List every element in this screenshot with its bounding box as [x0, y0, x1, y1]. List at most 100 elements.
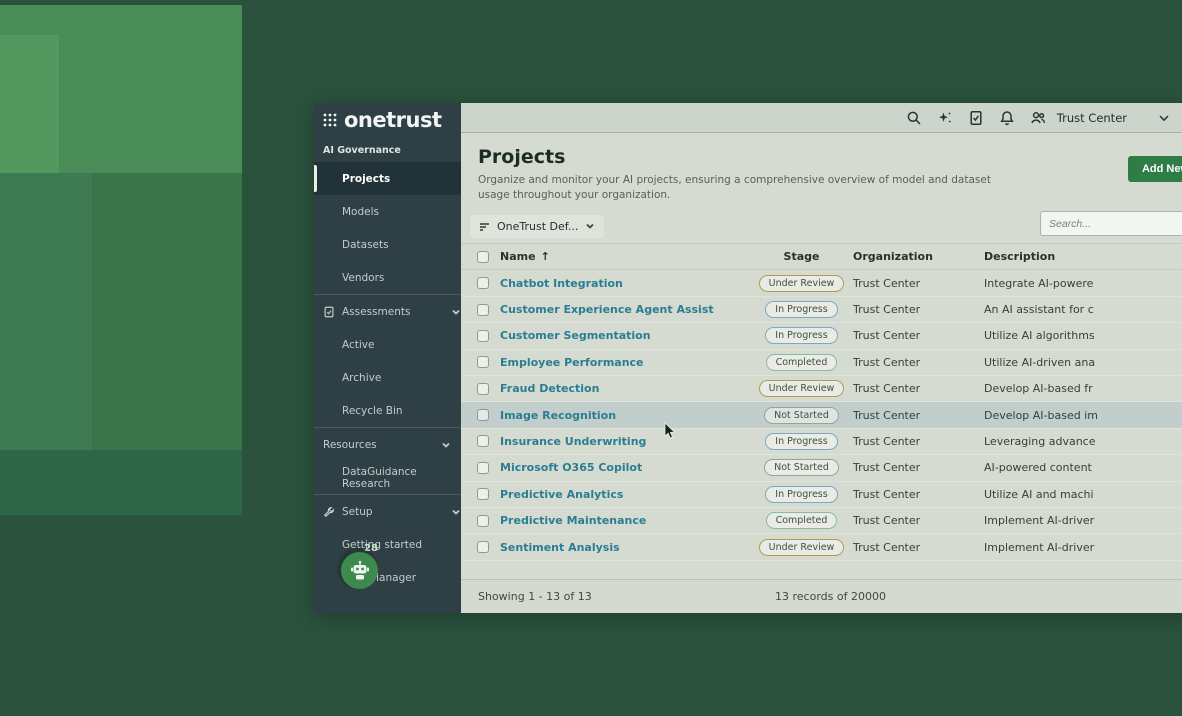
table-row[interactable]: Employee Performance Completed Trust Cen…	[461, 350, 1182, 376]
chevron-down-icon[interactable]	[1156, 110, 1172, 126]
pagination-summary: Showing 1 - 13 of 13	[461, 590, 592, 603]
sidebar-item-datasets[interactable]: Datasets	[314, 228, 461, 261]
background-rect	[92, 173, 242, 450]
assessments-icon	[323, 306, 335, 318]
table-row[interactable]: Customer Segmentation In Progress Trust …	[461, 323, 1182, 349]
stage-badge: In Progress	[765, 433, 837, 450]
row-checkbox[interactable]	[477, 409, 489, 421]
app-launcher-icon[interactable]	[323, 113, 337, 127]
trust-center-label[interactable]: Trust Center	[1057, 111, 1127, 125]
sidebar-item-projects[interactable]: Projects	[314, 162, 461, 195]
sidebar-item-getting-started[interactable]: Getting started	[314, 528, 461, 561]
stage-badge: Completed	[766, 354, 838, 371]
table-row[interactable]: Customer Experience Agent Assist In Prog…	[461, 297, 1182, 323]
row-checkbox[interactable]	[477, 462, 489, 474]
organization-cell: Trust Center	[853, 409, 984, 422]
column-header-organization[interactable]: Organization	[853, 250, 984, 263]
description-cell: Integrate AI-powere	[984, 277, 1182, 290]
sort-lines-icon	[479, 221, 490, 232]
search-icon[interactable]	[906, 110, 922, 126]
stage-badge: Not Started	[764, 407, 839, 424]
project-name-link[interactable]: Sentiment Analysis	[500, 541, 620, 554]
description-cell: Implement AI-driver	[984, 541, 1182, 554]
row-checkbox[interactable]	[477, 304, 489, 316]
table-row[interactable]: Sentiment Analysis Under Review Trust Ce…	[461, 534, 1182, 560]
organization-cell: Trust Center	[853, 356, 984, 369]
table-row[interactable]: Predictive Maintenance Completed Trust C…	[461, 508, 1182, 534]
description-cell: Utilize AI algorithms	[984, 329, 1182, 342]
column-header-stage[interactable]: Stage	[750, 250, 853, 263]
sidebar-item-vendors[interactable]: Vendors	[314, 261, 461, 294]
sidebar-item-label: Assessments	[342, 306, 444, 318]
wrench-icon	[323, 506, 335, 518]
sidebar-item-label: Archive	[342, 372, 381, 384]
sidebar-item-label: Active	[342, 339, 374, 351]
project-name-link[interactable]: Predictive Analytics	[500, 488, 623, 501]
sidebar-item-assessments[interactable]: Assessments	[314, 295, 461, 328]
stage-badge: Completed	[766, 512, 838, 529]
project-name-link[interactable]: Image Recognition	[500, 409, 616, 422]
add-new-button[interactable]: Add New	[1128, 156, 1182, 182]
table-row[interactable]: Fraud Detection Under Review Trust Cente…	[461, 376, 1182, 402]
row-checkbox[interactable]	[477, 330, 489, 342]
row-checkbox[interactable]	[477, 277, 489, 289]
sidebar-item-label: Resources	[323, 439, 377, 451]
table-row[interactable]: Insurance Underwriting In Progress Trust…	[461, 429, 1182, 455]
users-icon[interactable]	[1030, 110, 1046, 126]
table-row[interactable]: Chatbot Integration Under Review Trust C…	[461, 270, 1182, 296]
ai-sparkle-icon[interactable]	[937, 110, 953, 126]
row-checkbox[interactable]	[477, 383, 489, 395]
project-name-link[interactable]: Customer Experience Agent Assist	[500, 303, 714, 316]
project-name-link[interactable]: Employee Performance	[500, 356, 644, 369]
view-selector-dropdown[interactable]: OneTrust Def...	[470, 215, 604, 238]
organization-cell: Trust Center	[853, 303, 984, 316]
project-name-link[interactable]: Insurance Underwriting	[500, 435, 646, 448]
sidebar-item-recycle-bin[interactable]: Recycle Bin	[314, 394, 461, 427]
table-row[interactable]: Image Recognition Not Started Trust Cent…	[461, 402, 1182, 428]
sidebar: onetrust AI Governance Projects Models D…	[314, 103, 461, 613]
sidebar-item-label: Models	[342, 206, 379, 218]
column-header-description[interactable]: Description	[984, 250, 1182, 263]
row-checkbox[interactable]	[477, 541, 489, 553]
project-name-link[interactable]: Predictive Maintenance	[500, 514, 646, 527]
organization-cell: Trust Center	[853, 461, 984, 474]
search-input[interactable]	[1040, 211, 1182, 236]
sidebar-item-models[interactable]: Models	[314, 195, 461, 228]
table-footer: Showing 1 - 13 of 13 13 records of 20000	[461, 579, 1182, 613]
organization-cell: Trust Center	[853, 488, 984, 501]
project-name-link[interactable]: Fraud Detection	[500, 382, 599, 395]
project-name-link[interactable]: Microsoft O365 Copilot	[500, 461, 642, 474]
table-row[interactable]: Predictive Analytics In Progress Trust C…	[461, 482, 1182, 508]
sidebar-section-label: AI Governance	[314, 137, 461, 162]
sidebar-item-resources[interactable]: Resources	[314, 428, 461, 461]
organization-cell: Trust Center	[853, 382, 984, 395]
sidebar-item-label: Recycle Bin	[342, 405, 403, 417]
main-content: Trust Center Projects Organize and monit…	[461, 103, 1182, 613]
sidebar-item-dataguidance-research[interactable]: DataGuidance Research	[314, 461, 461, 494]
logo[interactable]: onetrust	[314, 103, 461, 137]
row-checkbox[interactable]	[477, 435, 489, 447]
sidebar-item-setup[interactable]: Setup	[314, 495, 461, 528]
robot-icon	[348, 559, 372, 583]
row-checkbox[interactable]	[477, 515, 489, 527]
sidebar-item-active[interactable]: Active	[314, 328, 461, 361]
row-checkbox[interactable]	[477, 356, 489, 368]
select-all-checkbox[interactable]	[477, 251, 489, 263]
project-name-link[interactable]: Customer Segmentation	[500, 329, 651, 342]
sidebar-item-archive[interactable]: Archive	[314, 361, 461, 394]
description-cell: Develop AI-based fr	[984, 382, 1182, 395]
document-check-icon[interactable]	[968, 110, 984, 126]
project-name-link[interactable]: Chatbot Integration	[500, 277, 623, 290]
table-row[interactable]: Microsoft O365 Copilot Not Started Trust…	[461, 455, 1182, 481]
sidebar-item-label: Datasets	[342, 239, 389, 251]
sort-ascending-icon[interactable]: ↑	[541, 250, 550, 263]
sidebar-item-manager[interactable]: Manager	[314, 561, 461, 594]
column-header-name[interactable]: Name	[500, 250, 536, 263]
description-cell: Leveraging advance	[984, 435, 1182, 448]
notifications-bell-icon[interactable]	[999, 110, 1015, 126]
sidebar-item-label: Projects	[342, 173, 390, 185]
stage-badge: In Progress	[765, 327, 837, 344]
logo-wordmark: onetrust	[344, 110, 442, 131]
row-checkbox[interactable]	[477, 488, 489, 500]
chevron-down-icon	[585, 221, 595, 231]
